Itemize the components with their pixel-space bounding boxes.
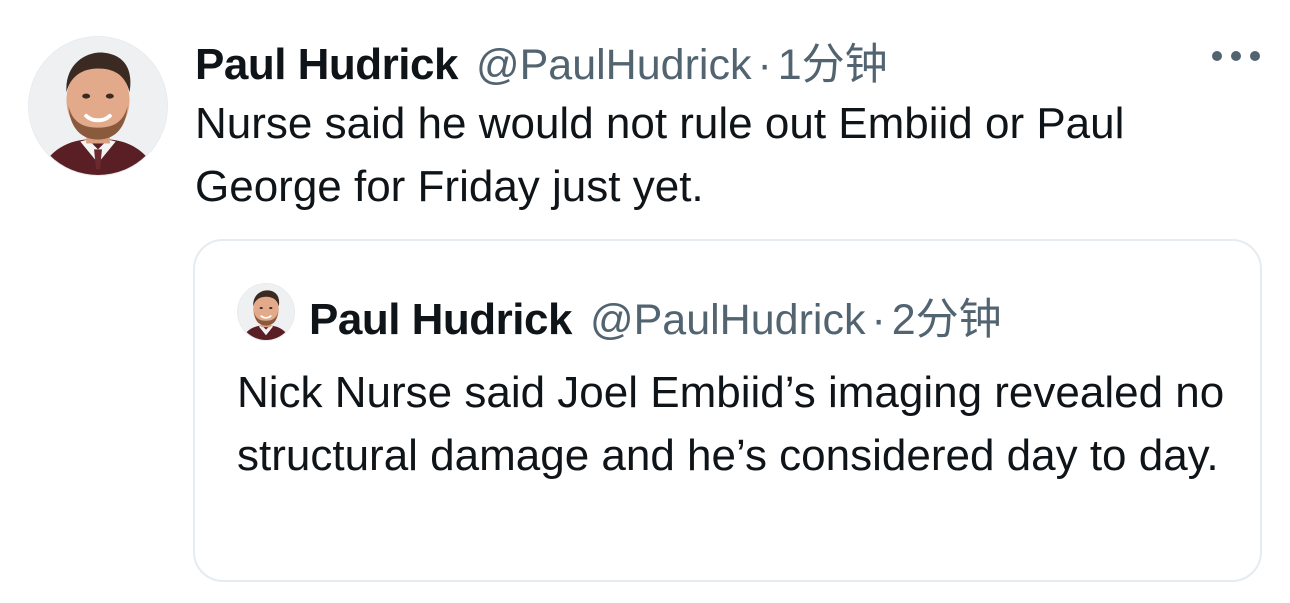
more-dot — [1231, 51, 1241, 61]
quoted-author-name[interactable]: Paul Hudrick — [309, 295, 572, 345]
profile-photo-icon — [29, 37, 167, 175]
quoted-tweet-text: Nick Nurse said Joel Embiid’s imaging re… — [237, 368, 1225, 480]
more-horizontal-icon[interactable] — [1212, 48, 1260, 64]
tweet-text: Nurse said he would not rule out Embiid … — [195, 99, 1125, 211]
tweet-header: Paul Hudrick @PaulHudrick · 1分钟 — [195, 30, 888, 89]
quoted-author-handle[interactable]: @PaulHudrick — [590, 296, 865, 345]
author-avatar[interactable] — [28, 36, 168, 176]
tweet-timestamp[interactable]: 1分钟 — [778, 30, 888, 92]
separator-dot: · — [757, 41, 772, 89]
more-dot — [1250, 51, 1260, 61]
profile-photo-icon — [238, 284, 294, 340]
quoted-tweet-card[interactable]: Paul Hudrick @PaulHudrick · 2分钟 Nick Nur… — [193, 239, 1262, 582]
separator-dot: · — [871, 296, 886, 344]
more-dot — [1212, 51, 1222, 61]
author-name[interactable]: Paul Hudrick — [195, 40, 458, 90]
quoted-author-avatar[interactable] — [237, 283, 295, 341]
quoted-tweet-timestamp[interactable]: 2分钟 — [892, 285, 1002, 347]
tweet[interactable]: Paul Hudrick @PaulHudrick · 1分钟 Nurse sa… — [0, 0, 1290, 603]
author-handle[interactable]: @PaulHudrick — [476, 41, 751, 90]
quoted-tweet-header: Paul Hudrick @PaulHudrick · 2分钟 — [309, 285, 1002, 347]
